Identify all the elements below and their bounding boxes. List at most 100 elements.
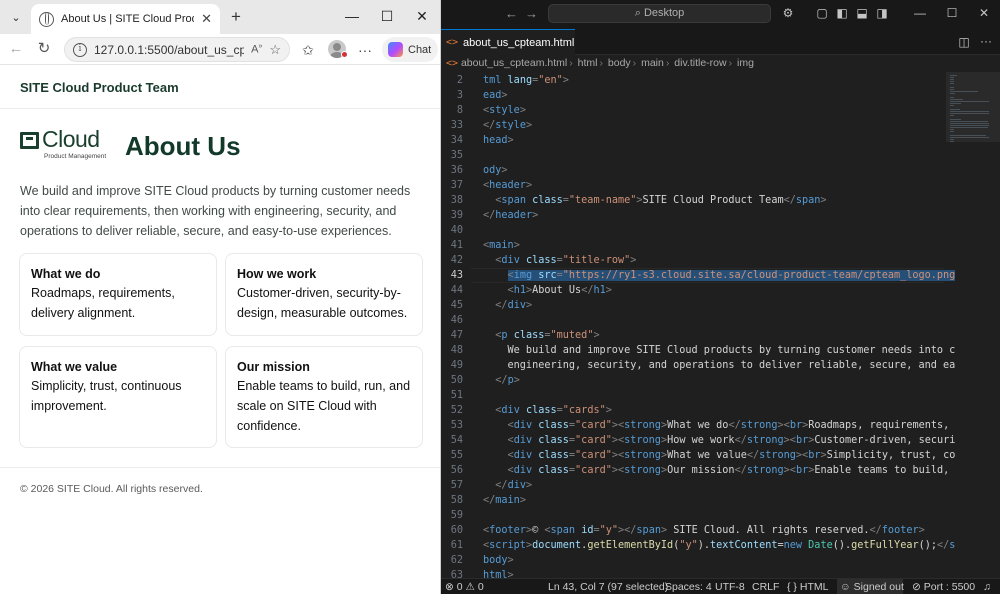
breadcrumb-item[interactable]: div.title-row (674, 57, 726, 69)
code-line[interactable]: 61 <script>document.getElementById("y").t… (441, 538, 956, 553)
more-actions-icon[interactable]: ··· (979, 34, 993, 48)
code-line[interactable]: 59 (441, 508, 944, 523)
code-token: > (513, 240, 520, 251)
code-line[interactable]: 49 engineering, security, and operations… (441, 358, 956, 373)
language-mode[interactable]: { } HTML (787, 580, 828, 594)
team-name: SITE Cloud Product Team (20, 80, 179, 95)
code-line[interactable]: 3 ead> (441, 88, 944, 103)
breadcrumb-item[interactable]: img (737, 57, 754, 69)
minimap-viewport[interactable] (946, 72, 1000, 142)
copilot-menu-icon[interactable]: ⚙ (781, 6, 795, 20)
code-line[interactable]: 34 head> (441, 133, 944, 148)
code-line[interactable]: 62 body> (441, 553, 944, 568)
go-back-icon[interactable]: ← (505, 6, 518, 21)
code-token: > (501, 165, 508, 176)
problems-indicator[interactable]: ⊗ 0 ⚠ 0 (445, 580, 484, 594)
breadcrumb-item[interactable]: main (641, 57, 664, 69)
line-ending[interactable]: CRLF (752, 580, 779, 594)
toggle-panel-layout-icon[interactable]: ▢ (815, 6, 829, 20)
code-token: "https://ry1-s3.cloud.site.sa/cloud-prod… (562, 270, 956, 281)
maximize-button[interactable]: ☐ (375, 6, 399, 26)
code-line[interactable]: 36 ody> (441, 163, 944, 178)
code-token: > (605, 405, 612, 416)
split-editor-icon[interactable]: ◫ (957, 35, 971, 49)
code-token: ead (483, 90, 502, 101)
close-window-button[interactable]: ✕ (410, 6, 434, 26)
code-line[interactable]: 45 </div> (441, 298, 944, 313)
code-line[interactable]: 51 (441, 388, 944, 403)
code-line[interactable]: 47 <p class="muted"> (441, 328, 944, 343)
code-line[interactable]: 50 </p> (441, 373, 944, 388)
read-aloud-icon[interactable]: A» (251, 43, 262, 56)
code-line[interactable]: 54 <div class="card"><strong>How we work… (441, 433, 956, 448)
editor-tab-about-us[interactable]: <> about_us_cpteam.html (441, 29, 575, 55)
back-button[interactable]: ← (6, 39, 26, 59)
code-line[interactable]: 2 tml lang="en"> (441, 73, 944, 88)
code-token: </ (734, 465, 747, 476)
toggle-secondary-sidebar-icon[interactable]: ◨ (875, 6, 889, 20)
code-line[interactable]: 38 <span class="team-name">SITE Cloud Pr… (441, 193, 944, 208)
command-center-search[interactable]: ⌕ Desktop (548, 4, 771, 23)
code-line[interactable]: 55 <div class="card"><strong>What we val… (441, 448, 956, 463)
tab-actions-menu-button[interactable]: ⌄ (6, 7, 26, 27)
minimap[interactable] (946, 72, 1000, 578)
minimize-button[interactable]: — (340, 6, 364, 26)
more-menu-button[interactable]: ··· (355, 40, 375, 60)
code-token: br (795, 465, 809, 476)
code-line[interactable]: 52 <div class="cards"> (441, 403, 944, 418)
code-token: class (532, 195, 563, 206)
code-line[interactable]: 60 <footer>© <span id="y"></span> SITE Cl… (441, 523, 944, 538)
breadcrumb-item[interactable]: body (608, 57, 631, 69)
toggle-panel-icon[interactable]: ⬓ (855, 6, 869, 20)
code-line[interactable]: 39 </header> (441, 208, 944, 223)
error-count: 0 (456, 581, 463, 593)
code-line[interactable]: 35 (441, 148, 944, 163)
code-line[interactable]: 56 <div class="card"><strong>Our mission… (441, 463, 950, 478)
maximize-icon[interactable]: ☐ (945, 6, 959, 20)
code-line[interactable]: 43 <img src="https://ry1-s3.cloud.site.s… (441, 268, 956, 283)
code-line[interactable]: 42 <div class="title-row"> (441, 253, 944, 268)
copilot-chat-button[interactable]: Chat (382, 37, 438, 62)
url-text[interactable]: 127.0.0.1:5500/about_us_cpt... (94, 43, 244, 57)
go-forward-icon[interactable]: → (525, 6, 538, 21)
card-title: What we do (31, 267, 101, 281)
toggle-primary-sidebar-icon[interactable]: ◧ (835, 6, 849, 20)
browser-tab-about-us[interactable]: About Us | SITE Cloud Product Te ✕ (31, 4, 220, 34)
refresh-button[interactable]: ↻ (34, 39, 54, 59)
notifications-icon[interactable]: ♫ (983, 580, 991, 594)
accounts-status[interactable]: ☺ Signed out (840, 580, 904, 594)
line-number: 36 (450, 165, 463, 176)
code-token: br (795, 435, 809, 446)
code-token: class (525, 405, 557, 416)
address-bar[interactable]: i 127.0.0.1:5500/about_us_cpt... A» ☆ (64, 37, 290, 62)
favorites-button[interactable]: ✩ (298, 40, 318, 60)
code-line[interactable]: 48 We build and improve SITE Cloud produ… (441, 343, 956, 358)
close-icon[interactable]: ✕ (977, 6, 991, 20)
code-line[interactable]: 40 (441, 223, 944, 238)
code-editor[interactable]: 2 tml lang="en"> 3 ead> 8 <style> 33 </style> 34… (441, 72, 956, 581)
code-line[interactable]: 46 (441, 313, 944, 328)
encoding[interactable]: UTF-8 (715, 580, 745, 594)
code-line[interactable]: 57 </div> (441, 478, 944, 493)
code-line[interactable]: 41 <main> (441, 238, 944, 253)
card-text: Roadmaps, requirements, delivery alignme… (31, 286, 175, 320)
code-line[interactable]: 58 </main> (441, 493, 944, 508)
new-tab-button[interactable]: + (226, 7, 246, 27)
site-info-icon[interactable]: i (73, 42, 87, 57)
code-line[interactable]: 44 <h1>About Us</h1> (441, 283, 944, 298)
cursor-position[interactable]: Ln 43, Col 7 (97 selected) (548, 580, 668, 594)
indentation[interactable]: Spaces: 4 (665, 580, 712, 594)
code-token: class (525, 255, 557, 266)
breadcrumb-item[interactable]: html (578, 57, 598, 69)
breadcrumb-item[interactable]: about_us_cpteam.html (461, 57, 567, 69)
code-token: >< (611, 435, 625, 446)
minimize-icon[interactable]: — (913, 6, 927, 20)
code-line[interactable]: 8 <style> (441, 103, 944, 118)
live-server-port[interactable]: ⊘ Port : 5500 (912, 580, 975, 594)
code-line[interactable]: 53 <div class="card"><strong>What we do<… (441, 418, 950, 433)
star-icon[interactable]: ☆ (269, 42, 281, 58)
code-line[interactable]: 37 <header> (441, 178, 944, 193)
tab-close-icon[interactable]: ✕ (201, 11, 212, 27)
code-line[interactable]: 33 </style> (441, 118, 944, 133)
